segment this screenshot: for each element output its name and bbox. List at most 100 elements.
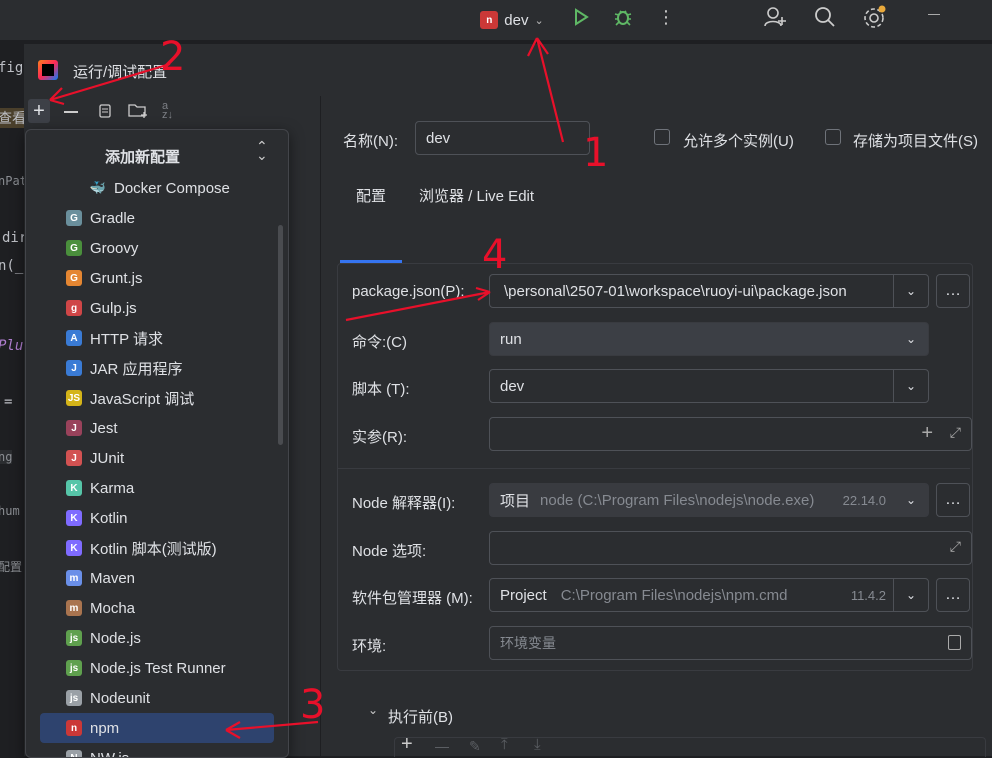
more-icon[interactable]: ⋮	[656, 6, 676, 28]
config-type-item[interactable]: KKarma	[40, 473, 274, 503]
tab-browser-live-edit[interactable]: 浏览器 / Live Edit	[419, 185, 534, 206]
config-type-item[interactable]: KKotlin 脚本(测试版)	[40, 533, 274, 563]
junit-icon: J	[66, 450, 82, 466]
chevron-down-icon[interactable]: ⌄	[893, 579, 928, 611]
add-icon[interactable]: +	[401, 733, 413, 756]
copy-icon[interactable]	[96, 103, 112, 119]
javascript-icon: JS	[66, 390, 82, 406]
node-options-input[interactable]: ⤢	[489, 531, 972, 565]
maven-icon: m	[66, 570, 82, 586]
config-type-item[interactable]: KKotlin	[40, 503, 274, 533]
package-json-label: package.json(P):	[352, 283, 465, 300]
config-type-label: Mocha	[90, 600, 135, 617]
chevron-down-icon[interactable]: ⌄	[893, 370, 928, 402]
script-select[interactable]: dev ⌄	[489, 369, 929, 403]
sort-icon[interactable]: az↓	[162, 102, 173, 120]
remove-icon[interactable]	[64, 111, 78, 113]
store-as-file-checkbox[interactable]	[825, 129, 841, 145]
run-icon[interactable]	[571, 7, 591, 27]
node-interpreter-label: Node 解释器(I):	[352, 492, 455, 513]
config-type-item[interactable]: gGulp.js	[40, 293, 274, 323]
browse-package-json-button[interactable]: …	[936, 274, 970, 308]
config-type-label: Kotlin	[90, 510, 128, 527]
name-value: dev	[426, 130, 450, 147]
config-type-label: Nodeunit	[90, 690, 150, 707]
config-type-item[interactable]: jsNodeunit	[40, 683, 274, 713]
node-interpreter-path: node (C:\Program Files\nodejs\node.exe)	[540, 492, 814, 509]
config-type-item[interactable]: JJest	[40, 413, 274, 443]
config-type-label: NW.js	[90, 750, 129, 758]
chevron-down-icon[interactable]: ⌄	[893, 275, 928, 307]
allow-multiple-label: 允许多个实例(U)	[683, 130, 794, 151]
config-type-label: Docker Compose	[114, 180, 230, 197]
collapse-icon[interactable]: ⌃⌄	[256, 142, 268, 160]
npm-icon: n	[66, 720, 82, 736]
edit-list-icon[interactable]	[948, 635, 961, 650]
config-type-item[interactable]: JSJavaScript 调试	[40, 383, 274, 413]
browse-node-interpreter-button[interactable]: …	[936, 483, 970, 517]
grunt-icon: G	[66, 270, 82, 286]
move-up-icon[interactable]: ⤒	[501, 736, 508, 753]
code-fragment: n(_	[0, 258, 23, 274]
before-launch-label[interactable]: 执行前(B)	[388, 706, 453, 727]
args-input[interactable]: + ⤢	[489, 417, 972, 451]
expand-icon[interactable]: ⤢	[950, 538, 961, 555]
new-folder-icon[interactable]	[128, 102, 148, 120]
remove-icon[interactable]	[435, 747, 449, 748]
mocha-icon: m	[66, 600, 82, 616]
config-type-item[interactable]: GGradle	[40, 203, 274, 233]
config-type-item[interactable]: 🐳Docker Compose	[40, 173, 274, 203]
jar-icon: J	[66, 360, 82, 376]
package-manager-path: C:\Program Files\nodejs\npm.cmd	[561, 587, 788, 604]
add-icon[interactable]: +	[28, 99, 50, 123]
settings-group: package.json(P): \personal\2507-01\works…	[337, 263, 973, 671]
config-type-item[interactable]: AHTTP 请求	[40, 323, 274, 353]
chevron-down-icon: ⌄	[894, 484, 928, 516]
dialog-title-bar: 运行/调试配置	[24, 44, 992, 96]
config-type-item[interactable]: m Mocha	[40, 593, 274, 623]
jest-icon: J	[66, 420, 82, 436]
config-type-item[interactable]: GGroovy	[40, 233, 274, 263]
node-interpreter-select[interactable]: 项目 node (C:\Program Files\nodejs\node.ex…	[489, 483, 929, 517]
code-fragment: dir	[2, 230, 24, 246]
http-icon: A	[66, 330, 82, 346]
allow-multiple-checkbox[interactable]	[654, 129, 670, 145]
add-user-icon[interactable]	[762, 4, 788, 30]
debug-icon[interactable]	[612, 6, 634, 28]
kotlin-script-icon: K	[66, 540, 82, 556]
node-version: 22.14.0	[843, 493, 886, 508]
node-options-label: Node 选项:	[352, 540, 426, 561]
package-json-value: \personal\2507-01\workspace\ruoyi-ui\pac…	[504, 283, 847, 300]
expand-icon[interactable]: ⤢	[950, 424, 961, 441]
config-type-label: npm	[90, 720, 119, 737]
tab-configuration[interactable]: 配置	[356, 185, 386, 206]
edit-icon[interactable]: ✎	[469, 738, 481, 755]
config-type-label: Groovy	[90, 240, 138, 257]
settings-icon[interactable]	[861, 4, 887, 30]
name-input[interactable]: dev	[415, 121, 590, 155]
search-icon[interactable]	[813, 5, 837, 29]
run-config-selector[interactable]: n dev ⌄	[472, 6, 552, 34]
config-type-label: Grunt.js	[90, 270, 143, 287]
move-down-icon[interactable]: ⤓	[534, 736, 541, 753]
config-type-item[interactable]: mMaven	[40, 563, 274, 593]
package-json-field[interactable]: \personal\2507-01\workspace\ruoyi-ui\pac…	[489, 274, 929, 308]
package-manager-select[interactable]: Project C:\Program Files\nodejs\npm.cmd …	[489, 578, 929, 612]
browse-package-manager-button[interactable]: …	[936, 578, 970, 612]
config-type-item[interactable]: G Grunt.js	[40, 263, 274, 293]
command-select[interactable]: run ⌄	[489, 322, 929, 356]
popup-scrollbar[interactable]	[278, 225, 283, 445]
config-type-item[interactable]: nnpm	[40, 713, 274, 743]
minimize-icon[interactable]	[928, 14, 940, 15]
config-type-item[interactable]: JJUnit	[40, 443, 274, 473]
command-label: 命令:(C)	[352, 331, 407, 352]
plus-icon[interactable]: +	[921, 422, 933, 445]
name-label: 名称(N):	[343, 130, 398, 151]
chevron-down-icon[interactable]: ⌄	[368, 703, 378, 717]
config-type-item[interactable]: JJAR 应用程序	[40, 353, 274, 383]
code-fragment: =	[4, 394, 12, 410]
config-type-label: Gradle	[90, 210, 135, 227]
environment-input[interactable]: 环境变量	[489, 626, 972, 660]
config-type-item[interactable]: jsNode.js	[40, 623, 274, 653]
config-type-item[interactable]: jsNode.js Test Runner	[40, 653, 274, 683]
